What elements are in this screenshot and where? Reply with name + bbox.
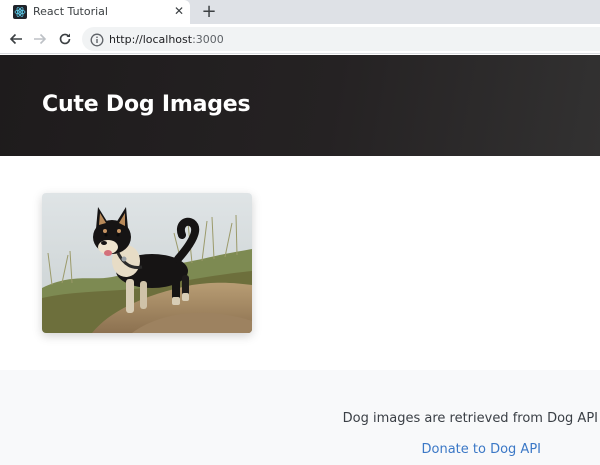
forward-arrow-icon[interactable]: [31, 30, 49, 48]
plus-icon[interactable]: +: [199, 2, 219, 22]
reload-icon[interactable]: [56, 30, 74, 48]
page-title: Cute Dog Images: [42, 92, 251, 117]
info-icon[interactable]: [90, 32, 104, 47]
url-host: http://localhost: [109, 33, 193, 46]
page-footer: Dog images are retrieved from Dog API Do…: [0, 370, 600, 465]
address-bar[interactable]: http://localhost:3000: [82, 27, 600, 51]
donate-link[interactable]: Donate to Dog API: [422, 442, 542, 457]
close-icon[interactable]: ✕: [172, 4, 186, 18]
hero-banner: Cute Dog Images: [0, 55, 600, 156]
browser-tab[interactable]: React Tutorial ✕: [0, 0, 190, 24]
tab-title: React Tutorial: [33, 5, 108, 18]
browser-toolbar: http://localhost:3000: [0, 24, 600, 54]
url-port: :3000: [192, 33, 224, 46]
dog-photo: [42, 193, 252, 333]
browser-tabstrip: React Tutorial ✕ +: [0, 0, 600, 24]
back-arrow-icon[interactable]: [7, 30, 25, 48]
footer-attribution: Dog images are retrieved from Dog API: [342, 411, 598, 426]
url-text[interactable]: http://localhost:3000: [109, 33, 224, 46]
dog-image-card[interactable]: [42, 193, 252, 333]
react-favicon-icon: [13, 5, 27, 19]
